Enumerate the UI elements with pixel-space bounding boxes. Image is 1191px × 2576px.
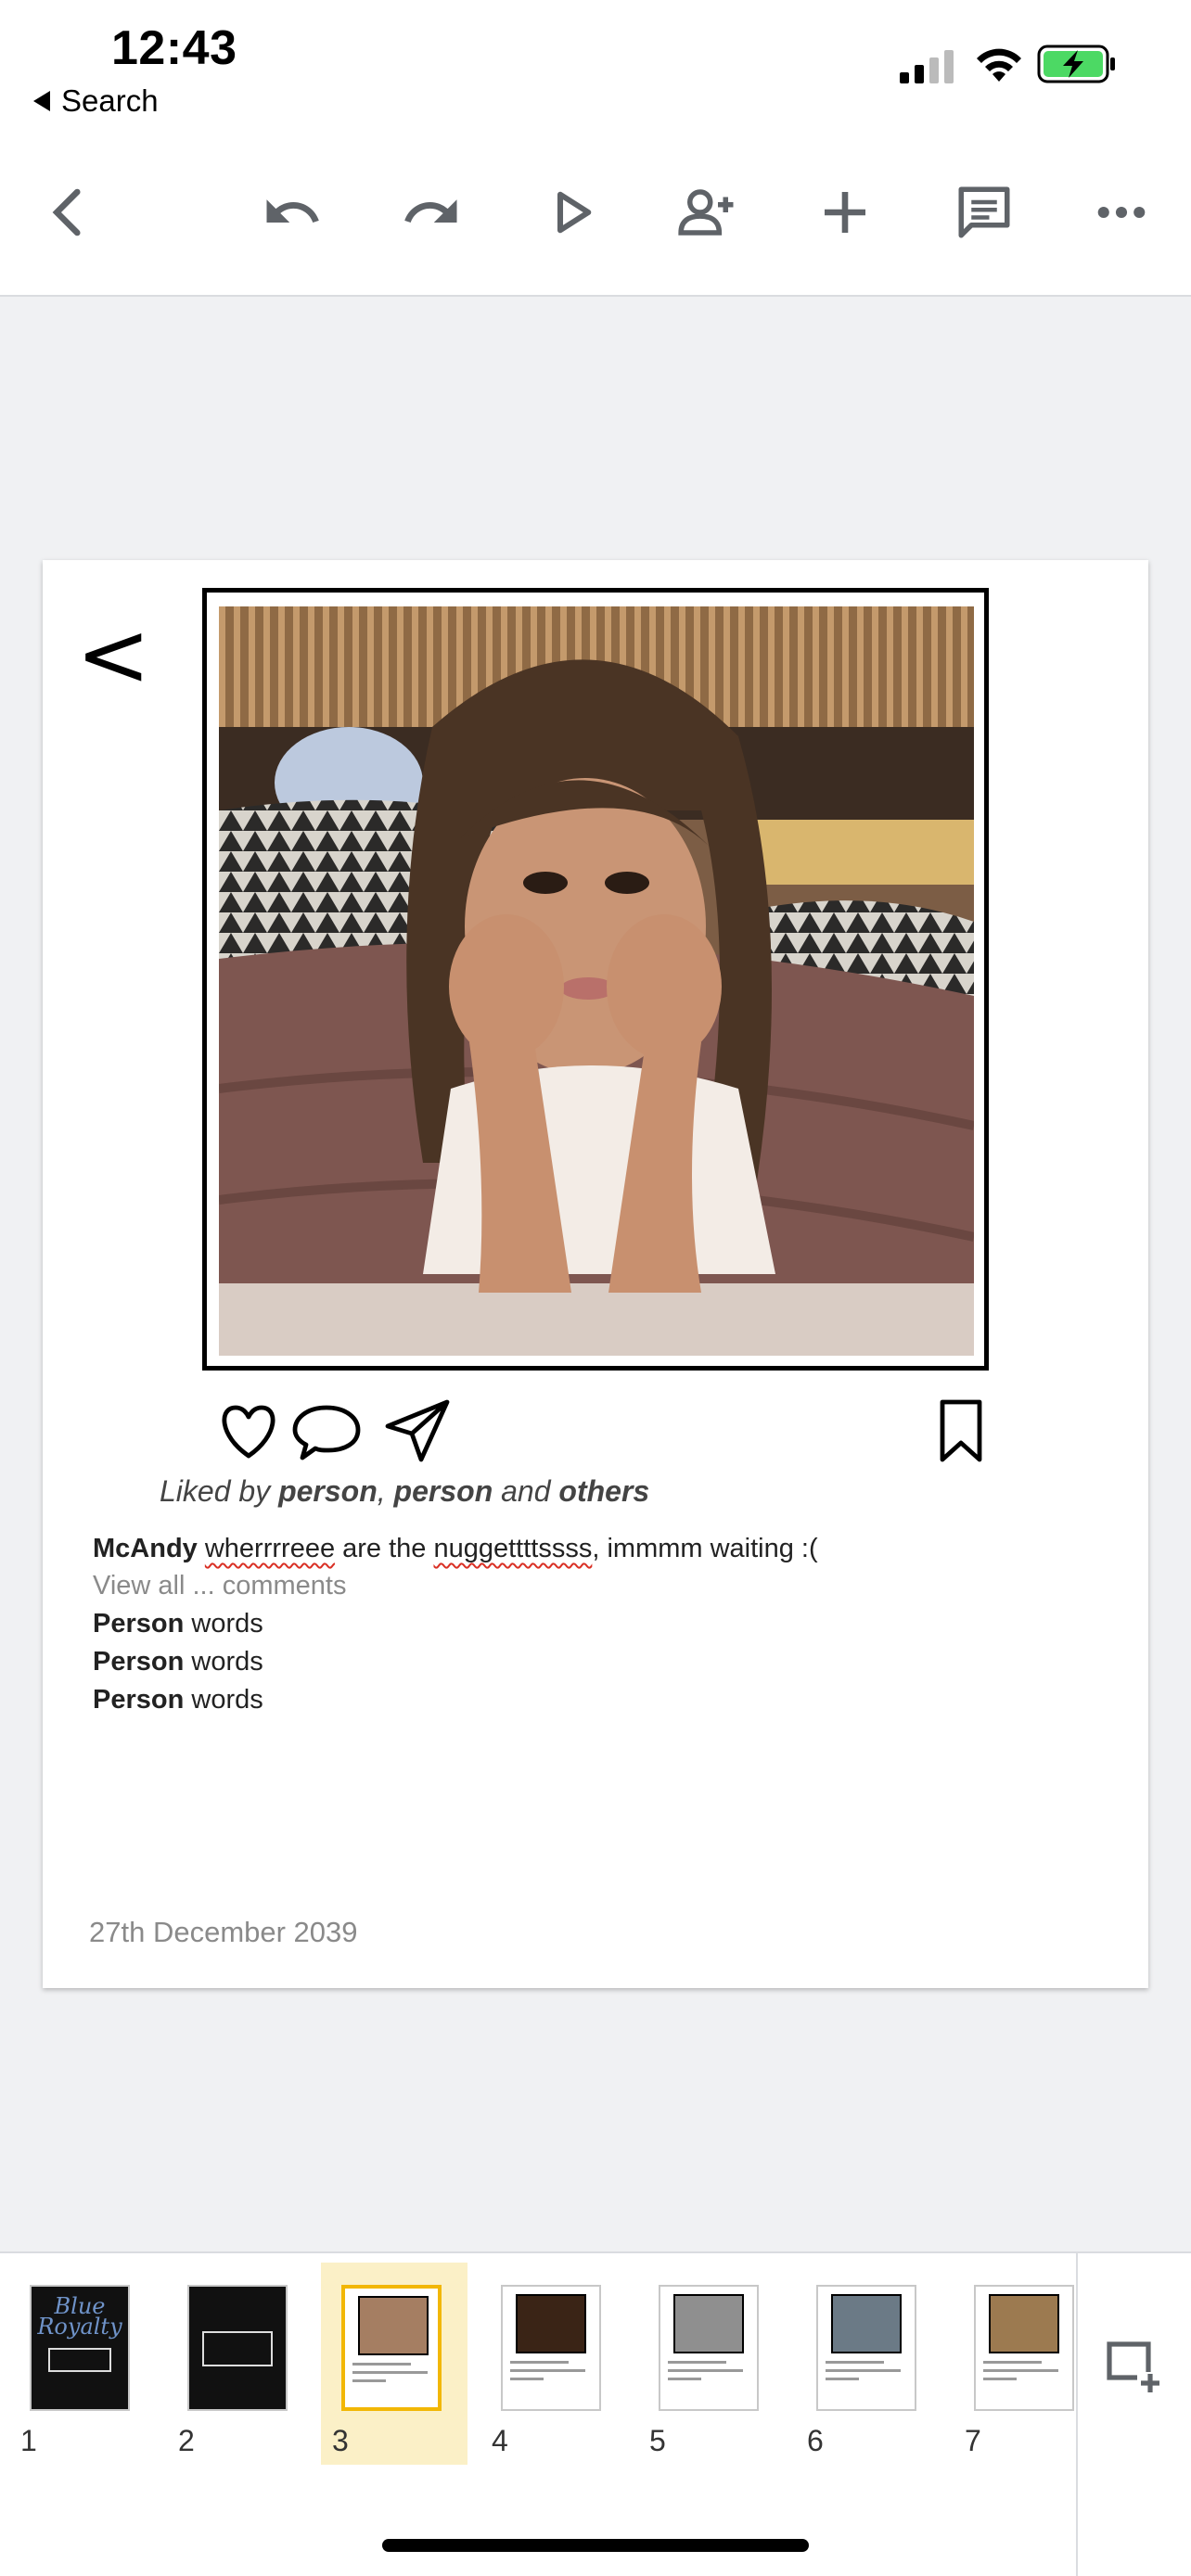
slide-3-text-lines (352, 2363, 436, 2388)
home-indicator[interactable] (382, 2539, 809, 2552)
slide-3-preview (341, 2285, 442, 2411)
slide-5-preview (659, 2285, 759, 2411)
likes-prefix: Liked by (160, 1474, 279, 1508)
comment-text: words (184, 1609, 263, 1639)
add-person-icon (678, 189, 734, 236)
slide-number: 6 (807, 2424, 824, 2457)
slide-thumbnail[interactable]: 5 (638, 2263, 785, 2465)
view-all-comments-link[interactable]: View all ... comments (93, 1571, 346, 1601)
share-button[interactable] (666, 171, 749, 254)
back-button[interactable] (28, 171, 111, 254)
filmstrip-divider (1076, 2253, 1078, 2576)
post-caption: McAndy wherrrreee are the nuggettttssss,… (93, 1534, 818, 1564)
girl-photo-image (219, 606, 974, 1356)
comment-bubble-icon[interactable] (289, 1393, 364, 1467)
send-share-icon[interactable] (380, 1393, 455, 1467)
post-photo[interactable] (219, 606, 974, 1356)
slide-number: 3 (332, 2424, 349, 2457)
slide-5-text-lines (668, 2361, 751, 2386)
plus-icon (825, 192, 865, 233)
slide-filmstrip: Blue Royalty 1 2 3 4 5 6 7 (0, 2251, 1191, 2576)
comment-icon (958, 186, 1010, 238)
slide-7-photo (989, 2294, 1059, 2353)
slide-number: 5 (649, 2424, 666, 2457)
heart-like-icon[interactable] (211, 1393, 286, 1467)
undo-icon (266, 199, 319, 223)
comment-line: Person words (93, 1647, 263, 1677)
slide-1-preview: Blue Royalty (30, 2285, 130, 2411)
slide-thumbnail[interactable]: 7 (954, 2263, 1100, 2465)
comment-text: words (184, 1685, 263, 1715)
slide-4-photo (516, 2294, 586, 2353)
slide-2-box (202, 2331, 273, 2366)
caption-word-misspelled-2: nuggettttssss (433, 1534, 593, 1563)
comment-line: Person words (93, 1609, 263, 1639)
likes-name-1: person (278, 1474, 378, 1508)
comment-line: Person words (93, 1685, 263, 1715)
slide-canvas[interactable]: < Liked by person, person and others McA… (43, 560, 1148, 1988)
post-date: 27th December 2039 (89, 1916, 358, 1948)
slide-6-preview (816, 2285, 916, 2411)
likes-others: others (558, 1474, 650, 1508)
slide-7-text-lines (983, 2361, 1067, 2386)
back-to-search-label: Search (61, 83, 159, 118)
caption-rest: , immmm waiting :( (592, 1534, 818, 1563)
more-options-button[interactable] (1080, 171, 1163, 254)
slide-thumbnail[interactable]: 4 (480, 2263, 627, 2465)
wifi-icon (977, 48, 1021, 82)
slide-thumbnail-selected[interactable]: 3 (321, 2263, 467, 2465)
slide-back-arrow[interactable]: < (76, 610, 150, 699)
comment-text: words (184, 1647, 263, 1677)
add-slide-icon[interactable] (1104, 2339, 1165, 2394)
comments-button[interactable] (942, 171, 1026, 254)
slide-thumbnail[interactable]: Blue Royalty 1 (9, 2263, 156, 2465)
editor-toolbar (0, 139, 1191, 297)
redo-icon (404, 199, 457, 223)
back-to-search-link[interactable]: Search (33, 83, 159, 119)
comment-user: Person (93, 1609, 185, 1639)
status-time: 12:43 (111, 21, 237, 75)
likes-comma: , (377, 1474, 394, 1508)
redo-button[interactable] (390, 171, 473, 254)
comment-user: Person (93, 1647, 185, 1677)
bookmark-icon[interactable] (924, 1393, 998, 1467)
back-triangle-icon (33, 91, 50, 111)
caption-word-misspelled-1: wherrrreee (204, 1534, 336, 1563)
slide-number: 7 (965, 2424, 981, 2457)
slide-3-photo (358, 2296, 429, 2355)
slide-6-photo (831, 2294, 902, 2353)
caption-username: McAndy (93, 1534, 198, 1563)
slide-2-preview (187, 2285, 288, 2411)
slide-5-photo (673, 2294, 744, 2353)
battery-charging-icon (1037, 45, 1115, 83)
slide-number: 4 (492, 2424, 508, 2457)
post-photo-frame[interactable] (202, 588, 989, 1371)
slide-1-box (48, 2348, 111, 2372)
slide-4-text-lines (510, 2361, 594, 2386)
cellular-signal-icon (900, 50, 954, 83)
likes-and: and (493, 1474, 559, 1508)
chevron-left-icon (52, 188, 81, 236)
slide-number: 1 (20, 2424, 37, 2457)
slide-4-preview (501, 2285, 601, 2411)
play-icon (557, 191, 592, 234)
undo-button[interactable] (250, 171, 334, 254)
slide-thumbnail[interactable]: 6 (796, 2263, 942, 2465)
slide-6-text-lines (826, 2361, 909, 2386)
comment-user: Person (93, 1685, 185, 1715)
slide-7-preview (974, 2285, 1074, 2411)
slide-thumbnail[interactable]: 2 (167, 2263, 314, 2465)
caption-middle: are the (335, 1534, 434, 1563)
slide-1-title: Blue Royalty (37, 2293, 122, 2340)
likes-name-2: person (393, 1474, 493, 1508)
more-icon (1097, 206, 1146, 219)
slide-number: 2 (178, 2424, 195, 2457)
status-bar: 12:43 Search (0, 0, 1191, 139)
present-button[interactable] (529, 171, 612, 254)
insert-button[interactable] (803, 171, 887, 254)
likes-text: Liked by person, person and others (160, 1474, 649, 1509)
